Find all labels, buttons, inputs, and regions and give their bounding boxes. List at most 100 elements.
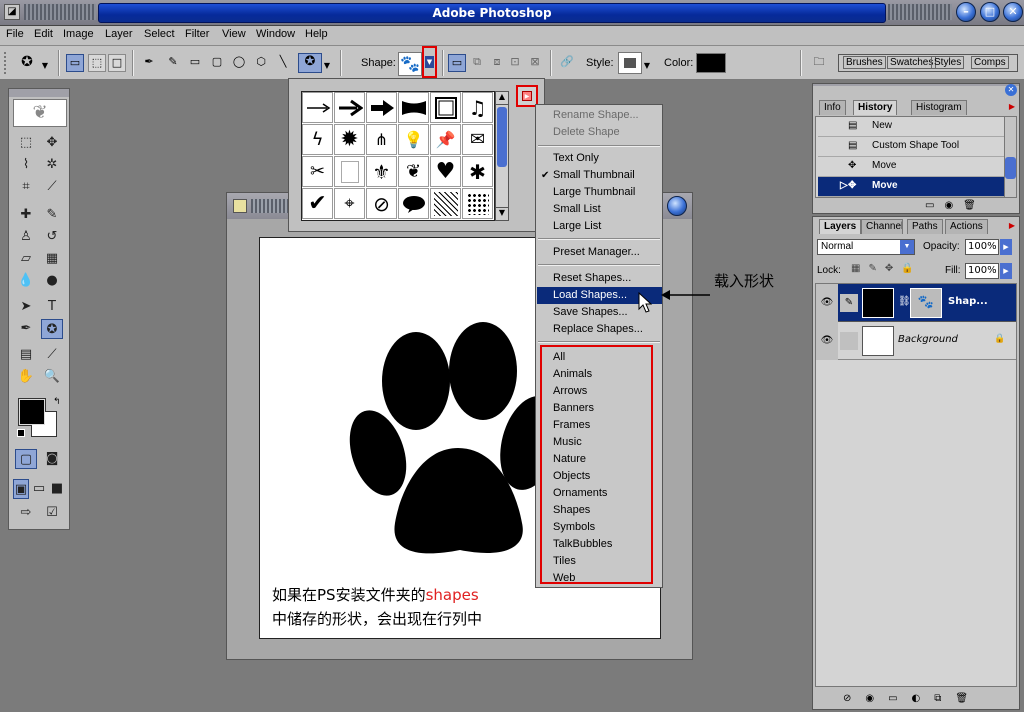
library-talkbubbles[interactable]: TalkBubbles [553,536,662,553]
tab-histogram[interactable]: Histogram [911,100,967,115]
custom-shape-tool-icon[interactable]: ✪ [41,319,63,339]
crop-tool-icon[interactable]: ⌗ [15,177,37,197]
menu-item-replace-shapes[interactable]: Replace Shapes... [553,321,662,338]
menu-layer[interactable]: Layer [105,28,133,40]
layers-footer-icons[interactable]: ⊘◉▭◐⧉🗑 [843,693,982,704]
shape-blank-tile-icon[interactable] [334,156,365,187]
subtract-mode-button[interactable]: ⧈ [488,54,506,72]
tab-channels[interactable]: Channels [861,219,903,234]
history-item-move[interactable]: ✥ Move [818,157,1008,177]
shape-heart-icon[interactable]: ♥ [430,156,461,187]
jump-to-imageready-icon[interactable]: ⇨ [15,503,37,523]
swap-colors-icon[interactable]: ↰ [53,397,61,407]
move-tool-icon[interactable]: ✥ [41,133,63,153]
shape-diamond-checker-icon[interactable] [462,188,493,219]
panel-close-icon[interactable]: ✕ [1005,84,1017,96]
library-symbols[interactable]: Symbols [553,519,662,536]
layer-row-background[interactable]: 👁 Background 🔒 [816,322,1016,360]
library-web[interactable]: Web [553,570,662,587]
minimize-button[interactable]: – [956,2,976,22]
menu-select[interactable]: Select [144,28,175,40]
feather-icon[interactable]: ❦ [13,99,67,127]
document-close-button[interactable] [667,196,687,216]
gradient-tool-icon[interactable]: ▦ [41,249,63,269]
palette-tab-brushes[interactable]: Brushes [843,56,886,69]
rectangle-icon[interactable]: ▭ [186,54,204,72]
link-slot[interactable] [840,332,858,350]
zoom-tool-icon[interactable]: 🔍 [41,367,63,387]
shape-arrow-heavy-icon[interactable] [366,92,397,123]
fill-pixels-button[interactable]: □ [108,54,126,72]
shape-lightning-icon[interactable]: ϟ [302,124,333,155]
tab-history[interactable]: History [853,100,898,115]
add-mode-button[interactable]: ⧉ [468,54,486,72]
menu-item-large-thumbnail[interactable]: Large Thumbnail [553,184,662,201]
fill-field[interactable]: 100% [965,263,999,279]
palette-tab-styles[interactable]: Styles [931,56,965,69]
library-ornaments[interactable]: Ornaments [553,485,662,502]
opacity-slider-icon[interactable]: ▶ [1000,239,1012,255]
menu-window[interactable]: Window [256,28,295,40]
library-nature[interactable]: Nature [553,451,662,468]
library-objects[interactable]: Objects [553,468,662,485]
shape-banner-icon[interactable] [398,92,429,123]
shape-envelope-icon[interactable]: ✉ [462,124,493,155]
shape-checkmark-icon[interactable]: ✔ [302,188,333,219]
visibility-eye-icon[interactable]: 👁 [816,322,838,360]
library-banners[interactable]: Banners [553,400,662,417]
panel-menu-icon[interactable]: ▶ [1009,221,1015,230]
menu-file[interactable]: File [6,28,24,40]
blend-mode-select[interactable]: Normal ▼ [817,239,915,255]
shape-music-note-icon[interactable]: ♫ [462,92,493,123]
layer-fill-thumbnail[interactable] [862,288,894,318]
polygon-icon[interactable]: ⬡ [252,54,270,72]
hand-tool-icon[interactable]: ✋ [15,367,37,387]
custom-shape-icon[interactable]: ✪ [298,53,322,73]
line-icon[interactable]: ╲ [274,54,292,72]
shape-arrow-bold-icon[interactable] [334,92,365,123]
file-browser-icon[interactable]: 🗀 [810,54,828,72]
app-icon[interactable]: ◪ [4,4,20,20]
imageready-icon[interactable]: ☑ [41,503,63,523]
library-animals[interactable]: Animals [553,366,662,383]
shape-speech-bubble-icon[interactable] [398,188,429,219]
shape-blob-icon[interactable]: ✱ [462,156,493,187]
shape-fleur-de-lis-icon[interactable]: ⚜ [366,156,397,187]
layer-thumbnail[interactable] [862,326,894,356]
layer-row-shape[interactable]: 👁 ✎ ⛓ 🐾 Shap... [816,284,1016,322]
screen-mode-standard-icon[interactable]: ▣ [13,479,29,499]
eyedropper-icon[interactable]: ⟋ [41,345,63,365]
rounded-rectangle-icon[interactable]: ▢ [208,54,226,72]
style-swatch[interactable] [618,52,642,74]
magic-wand-icon[interactable]: ✲ [41,155,63,175]
menu-help[interactable]: Help [305,28,328,40]
brush-tool-icon[interactable]: ✎ [41,205,63,225]
healing-brush-icon[interactable]: ✚ [15,205,37,225]
screen-mode-full-menu-icon[interactable]: ▭ [31,479,47,499]
library-frames[interactable]: Frames [553,417,662,434]
history-footer-icons[interactable]: ▭◉🗑 [925,200,986,211]
palette-tab-swatches[interactable]: Swatches [887,56,937,69]
chevron-down-icon[interactable]: ▼ [322,58,332,76]
screen-mode-full-icon[interactable]: ■ [49,479,65,499]
lasso-tool-icon[interactable]: ⌇ [15,155,37,175]
shape-preview-paw-icon[interactable]: 🐾 [398,52,422,76]
shape-thumbtack-icon[interactable]: 📌 [430,124,461,155]
library-all[interactable]: All [553,349,662,366]
intersect-mode-button[interactable]: ⊡ [506,54,524,72]
scroll-thumb[interactable] [1005,157,1016,179]
freeform-pen-icon[interactable]: ✎ [164,54,182,72]
scroll-down-icon[interactable]: ▼ [496,207,508,220]
foreground-color-swatch[interactable] [19,399,45,425]
library-arrows[interactable]: Arrows [553,383,662,400]
library-music[interactable]: Music [553,434,662,451]
link-icon[interactable]: 🔗 [558,54,576,72]
menu-item-text-only[interactable]: Text Only [553,150,662,167]
menu-item-delete-shape[interactable]: Delete Shape [553,124,662,141]
chevron-down-icon[interactable]: ▼ [40,58,50,76]
scroll-thumb[interactable] [497,107,507,167]
pen-tool-icon[interactable]: ✒ [15,319,37,339]
close-button[interactable]: ✕ [1003,2,1023,22]
shape-frame-icon[interactable] [430,92,461,123]
menu-item-reset-shapes[interactable]: Reset Shapes... [553,270,662,287]
